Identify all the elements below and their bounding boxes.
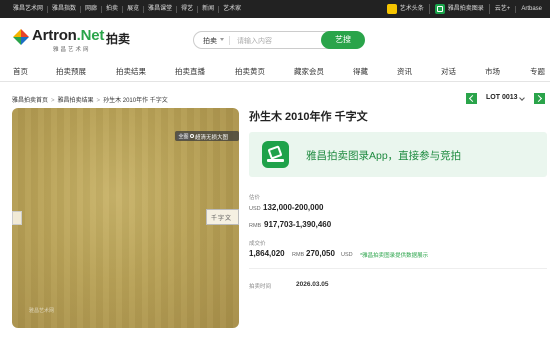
prev-lot-button[interactable] [466,93,477,104]
magnifier-icon [190,133,194,138]
auction-date-label: 拍卖时间 [249,284,272,290]
chevron-down-icon [519,95,525,101]
catalog-app-label: 雅昌拍卖图录 [447,5,484,12]
breadcrumb-separator: > [51,98,55,104]
top-link[interactable]: 雅昌艺术网 [13,5,49,13]
nav-item-market[interactable]: 市场 [485,66,500,77]
next-lot-button[interactable] [534,93,545,104]
image-watermark: 雅昌艺术网 [29,308,55,314]
lot-number[interactable]: LOT 0013 [486,94,518,101]
artwork-texture [12,108,239,328]
catalog-app-link[interactable]: 雅昌拍卖图录 [430,4,490,14]
divider [249,268,547,269]
breadcrumb-separator: > [96,98,101,104]
breadcrumb-item[interactable]: 雅昌拍卖结果 [58,98,94,104]
brand-dot: .Net [76,27,105,44]
brand-subtitle: 雅昌艺术网 [53,47,91,53]
top-link[interactable]: 雅昌指数 [48,5,82,13]
channel-title: 拍卖 [106,32,131,46]
top-links: 雅昌艺术网 雅昌指数 网廊 拍卖 展览 雅昌课堂 得艺 新闻 艺术家 [13,0,245,18]
nav-item-members[interactable]: 藏家会员 [294,66,324,77]
cloud-menu[interactable]: 云艺+ [490,5,517,13]
zoom-tag: 全图 [177,132,191,140]
artbase-link[interactable]: Artbase [516,6,542,13]
brand-name[interactable]: Artron.Net [32,27,104,44]
top-link[interactable]: 雅昌课堂 [144,5,178,13]
scroll-title-text: 千字文 [211,215,233,222]
search-button[interactable]: 艺搜 [321,31,365,49]
nav-item-preview[interactable]: 拍卖预展 [56,66,86,77]
nav-item-live[interactable]: 拍卖直播 [175,66,205,77]
breadcrumb: 雅昌拍卖首页 > 雅昌拍卖结果 > 孙生木 2010年作 千字文 [12,95,171,104]
top-bar: 雅昌艺术网 雅昌指数 网廊 拍卖 展览 雅昌课堂 得艺 新闻 艺术家 艺术头条 … [0,0,550,18]
top-link[interactable]: 新闻 [198,5,220,13]
nav-item-news[interactable]: 资讯 [397,66,412,77]
catalog-app-icon [434,4,445,14]
auction-date-value: 2026.03.05 [296,281,329,288]
top-right-links: 艺术头条 雅昌拍卖图录 云艺+ Artbase [382,0,542,18]
toutiao-icon [386,4,397,14]
estimate-usd-currency: USD [249,206,261,212]
estimate-rmb-value: 917,703-1,390,460 [264,220,332,229]
top-link[interactable]: 展览 [123,5,145,13]
nav-item-results[interactable]: 拍卖结果 [116,66,146,77]
zoom-label: 超清无损大图 [195,135,229,141]
estimate-label: 估价 [249,195,261,201]
nav-item-home[interactable]: 首页 [13,66,28,77]
main-nav: 首页 拍卖预展 拍卖结果 拍卖直播 拍卖黄页 藏家会员 得藏 资讯 对话 市场 … [0,60,550,82]
estimate-rmb-currency: RMB [249,223,262,229]
artbase-label: Artbase [521,5,542,12]
cloud-label: 云艺+ [494,5,511,12]
search-category-select[interactable]: 拍卖 [203,36,217,46]
toutiao-link[interactable]: 艺术头条 [382,4,430,14]
artron-logo-icon[interactable] [12,28,30,46]
nav-item-dialogue[interactable]: 对话 [441,66,456,77]
top-link[interactable]: 拍卖 [102,5,124,13]
lot-title: 孙生木 2010年作 千字文 [249,111,368,123]
deal-usd-value: 270,050 [306,249,335,258]
catalog-app-icon [262,141,289,168]
search-divider [229,36,230,45]
estimate-usd-value: 132,000-200,000 [263,203,324,212]
toutiao-label: 艺术头条 [399,5,424,12]
top-link[interactable]: 艺术家 [219,6,245,13]
deal-usd-currency: USD [341,252,353,258]
deal-price-label: 成交价 [249,241,266,247]
breadcrumb-current: 孙生木 2010年作 千字文 [103,98,168,104]
nav-item-yellowpages[interactable]: 拍卖黄页 [235,66,265,77]
top-link[interactable]: 网廊 [81,5,103,13]
scroll-edge-left [12,211,22,225]
deal-rmb-currency: RMB [292,252,305,258]
artwork-image[interactable]: 千字文 雅昌艺术网 [12,108,239,328]
hd-zoom-button[interactable]: 全图 超清无损大图 [175,131,239,141]
deal-rmb-value: 1,864,020 [249,249,285,258]
chevron-down-icon [220,38,224,41]
app-promo-text: 雅昌拍卖图录App，直接参与竞拍 [306,150,462,162]
deal-data-note: *雅昌拍卖图录提供数据展示 [360,253,429,259]
brand-main: Artron [32,27,77,44]
search-input[interactable]: 请输入内容 [237,36,272,46]
breadcrumb-item[interactable]: 雅昌拍卖首页 [12,98,48,104]
nav-item-topics[interactable]: 专题 [530,66,545,77]
app-promo-banner[interactable]: 雅昌拍卖图录App，直接参与竞拍 [249,132,547,177]
top-link[interactable]: 得艺 [177,5,199,13]
nav-item-decang[interactable]: 得藏 [353,66,368,77]
